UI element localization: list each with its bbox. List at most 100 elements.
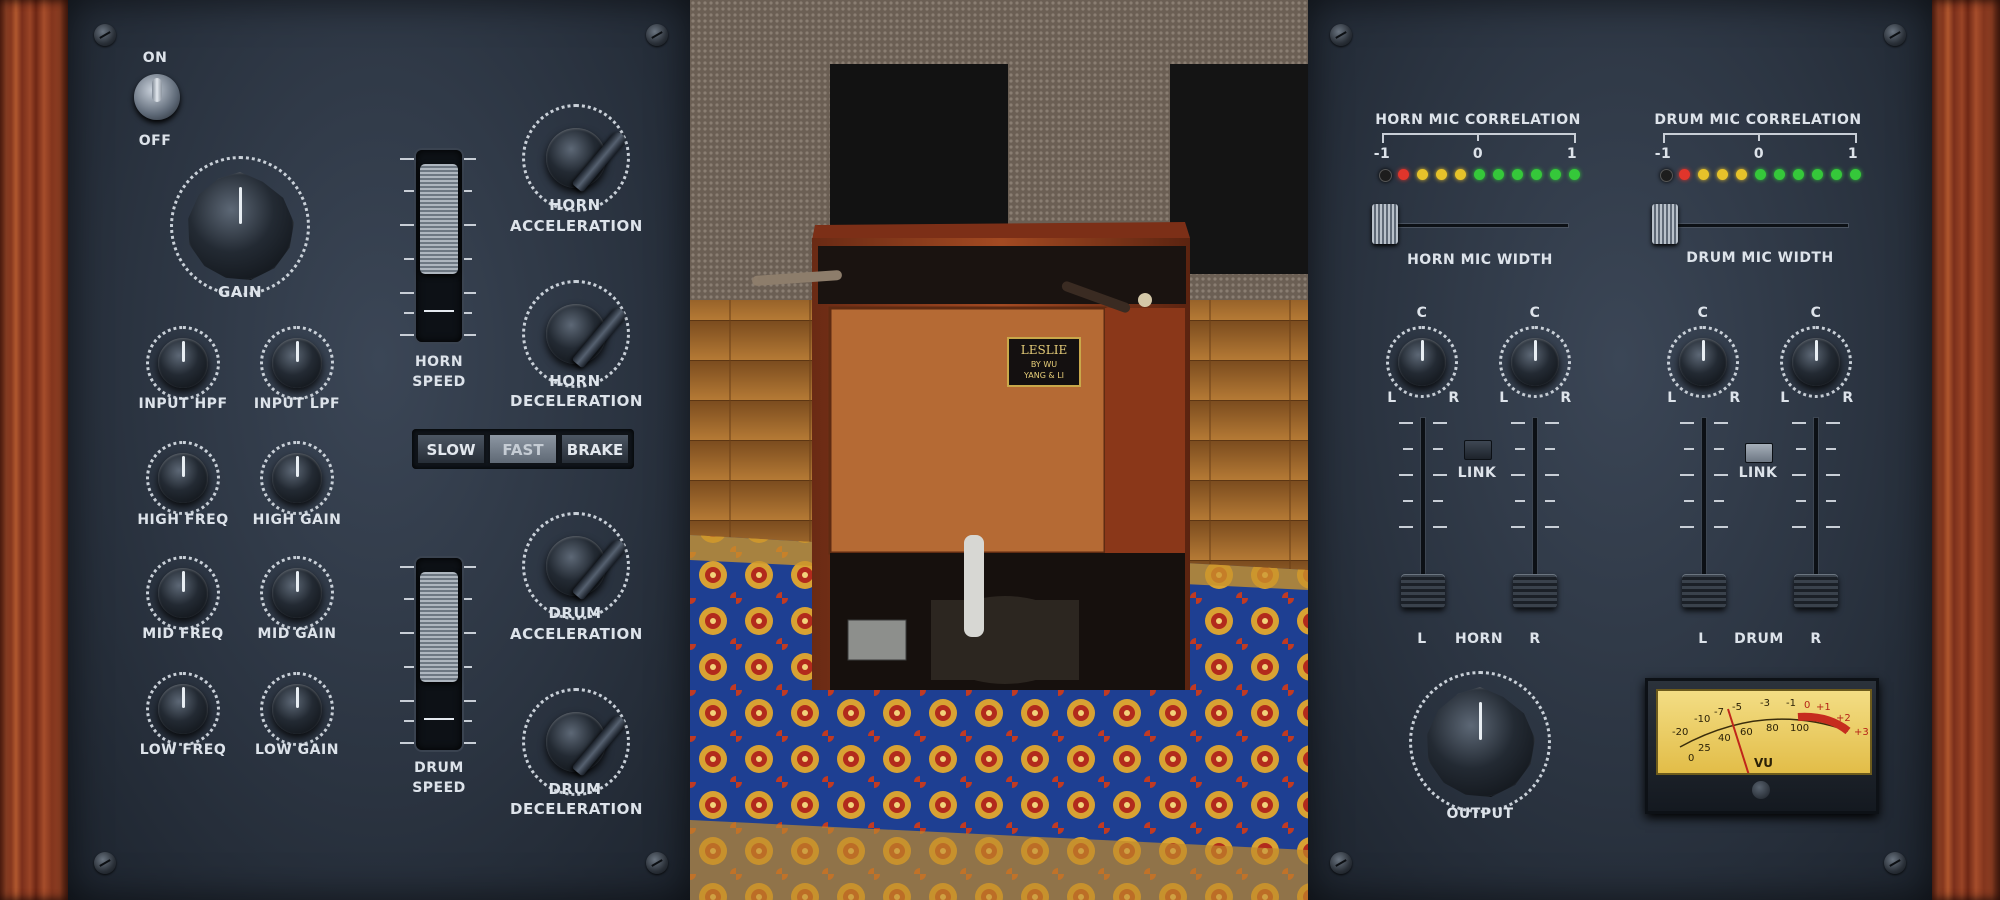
vu-scale-0: 0 [1804, 700, 1810, 711]
high-gain-label: HIGH GAIN [252, 512, 342, 528]
horn-r-pan-c-label: C [1529, 305, 1541, 321]
vu-meter-face: -20 -10 -7 -5 -3 -1 0 +1 +2 +3 0 25 40 6… [1656, 689, 1872, 775]
drum-left-fader-cap[interactable] [1682, 574, 1726, 608]
drum-l-pan-l-label: L [1667, 390, 1677, 406]
badge-line3: YANG & LI [1023, 371, 1064, 380]
horn-corr-mid: 0 [1472, 146, 1484, 162]
vu-label: VU [1754, 756, 1773, 770]
slow-button[interactable]: SLOW [416, 433, 486, 465]
horn-speed-handle[interactable] [420, 164, 458, 274]
vu-pct-40: 40 [1718, 733, 1731, 744]
screw-icon [646, 852, 668, 874]
horn-corr-max: 1 [1566, 146, 1578, 162]
horn-left-fader-cap[interactable] [1401, 574, 1445, 608]
drum-mic-width-handle[interactable] [1652, 204, 1678, 244]
vu-scale-m1: -1 [1786, 698, 1796, 709]
vu-scale-p1: +1 [1816, 702, 1831, 713]
right-wood-side [1932, 0, 2000, 900]
drum-speed-handle[interactable] [420, 572, 458, 682]
leslie-cabinet-photo: LESLIE BY WU YANG & LI [690, 0, 1308, 900]
vu-scale-m7: -7 [1714, 707, 1724, 718]
drum-deceleration-label-1: DRUM [548, 780, 602, 798]
low-freq-knob[interactable] [146, 672, 220, 746]
low-gain-knob[interactable] [260, 672, 334, 746]
drum-link-label: LINK [1738, 465, 1778, 481]
mid-gain-knob[interactable] [260, 556, 334, 630]
drum-right-fader-cap[interactable] [1794, 574, 1838, 608]
horn-left-pan-knob[interactable] [1386, 326, 1458, 398]
horn-acceleration-label-1: HORN [549, 196, 601, 214]
vu-needle [1727, 708, 1750, 773]
vu-scale-m3: -3 [1760, 698, 1770, 709]
horn-mic-width-slider[interactable] [1372, 202, 1572, 246]
drum-mic-width-label: DRUM MIC WIDTH [1686, 250, 1834, 266]
screw-icon [1330, 24, 1352, 46]
vu-scale-p3: +3 [1854, 727, 1869, 738]
drum-acceleration-label-1: DRUM [548, 604, 602, 622]
low-freq-label: LOW FREQ [139, 742, 227, 758]
vu-scale-m20: -20 [1672, 727, 1688, 738]
drum-left-fader[interactable] [1676, 418, 1732, 618]
drum-speed-slider[interactable] [416, 558, 462, 750]
leslie-plugin-window: ON OFF GAIN INPUT HPF INPUT LPF HIGH FRE… [0, 0, 2000, 900]
vu-zero-adjust-screw-icon[interactable] [1752, 781, 1770, 799]
drum-correlation-title: DRUM MIC CORRELATION [1654, 112, 1862, 128]
high-freq-knob[interactable] [146, 441, 220, 515]
horn-l-pan-c-label: C [1416, 305, 1428, 321]
drum-r-pan-r-label: R [1842, 390, 1854, 406]
input-hpf-label: INPUT HPF [138, 396, 228, 412]
drum-mic-width-slider[interactable] [1652, 202, 1852, 246]
input-lpf-knob[interactable] [260, 326, 334, 400]
screw-icon [1884, 24, 1906, 46]
input-lpf-label: INPUT LPF [253, 396, 341, 412]
power-toggle-switch[interactable] [134, 74, 180, 120]
mid-freq-knob[interactable] [146, 556, 220, 630]
drum-group-label: DRUM [1734, 631, 1784, 647]
drum-deceleration-label-2: DECELERATION [510, 800, 643, 818]
drum-l-pan-c-label: C [1697, 305, 1709, 321]
horn-speed-slider[interactable] [416, 150, 462, 342]
drum-right-pan-knob[interactable] [1780, 326, 1852, 398]
drum-correlation-bracket [1663, 133, 1857, 143]
vu-pct-80: 80 [1766, 723, 1779, 734]
drum-link-button[interactable] [1745, 443, 1773, 463]
horn-mic-width-handle[interactable] [1372, 204, 1398, 244]
screw-icon [646, 24, 668, 46]
vu-pct-60: 60 [1740, 727, 1753, 738]
drum-correlation-center-tick [1758, 133, 1760, 141]
gain-label: GAIN [217, 283, 263, 301]
horn-right-pan-knob[interactable] [1499, 326, 1571, 398]
drum-acceleration-label-2: ACCELERATION [510, 625, 643, 643]
horn-correlation-center-tick [1477, 133, 1479, 141]
horn-link-button[interactable] [1464, 440, 1492, 460]
horn-right-fader[interactable] [1507, 418, 1563, 618]
drum-fader-l-label: L [1698, 631, 1708, 647]
vu-scale-m5: -5 [1732, 702, 1742, 713]
vu-pct-25: 25 [1698, 743, 1711, 754]
drum-l-pan-r-label: R [1729, 390, 1741, 406]
vu-pct-0: 0 [1688, 753, 1694, 764]
brake-button[interactable]: BRAKE [560, 433, 630, 465]
mid-gain-label: MID GAIN [257, 626, 337, 642]
input-hpf-knob[interactable] [146, 326, 220, 400]
horn-speed-label-1: HORN [414, 354, 464, 370]
horn-correlation-title: HORN MIC CORRELATION [1375, 112, 1581, 128]
drum-r-pan-c-label: C [1810, 305, 1822, 321]
fast-button[interactable]: FAST [488, 433, 558, 465]
drum-speed-label-1: DRUM [414, 760, 464, 776]
gain-knob[interactable] [186, 172, 294, 280]
drum-right-fader[interactable] [1788, 418, 1844, 618]
horn-correlation-bracket [1382, 133, 1576, 143]
horn-right-fader-cap[interactable] [1513, 574, 1557, 608]
high-gain-knob[interactable] [260, 441, 334, 515]
high-freq-label: HIGH FREQ [137, 512, 229, 528]
drum-left-pan-knob[interactable] [1667, 326, 1739, 398]
horn-l-pan-r-label: R [1448, 390, 1460, 406]
horn-left-fader[interactable] [1395, 418, 1451, 618]
horn-deceleration-label-2: DECELERATION [510, 392, 643, 410]
output-label: OUTPUT [1446, 806, 1514, 822]
badge-line2: BY WU [1031, 360, 1057, 369]
output-knob[interactable] [1425, 687, 1535, 797]
horn-fader-l-label: L [1417, 631, 1427, 647]
left-wood-side [0, 0, 68, 900]
